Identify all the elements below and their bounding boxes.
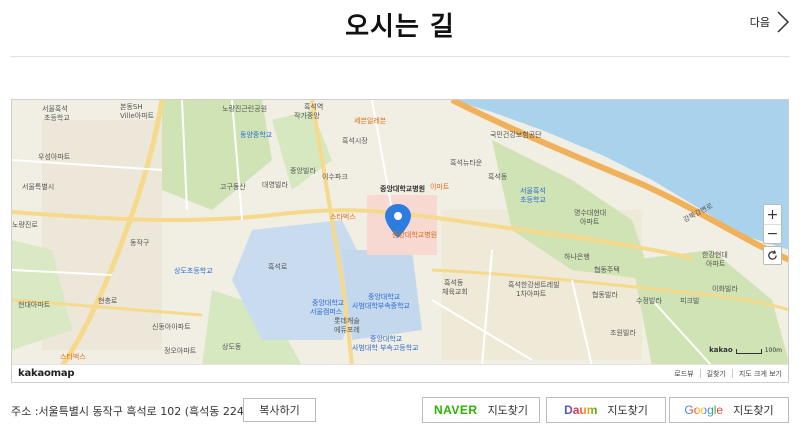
map-label: Ville아파트 xyxy=(120,112,155,120)
map-label: 초등학교 xyxy=(520,196,546,204)
map-label: 중앙대학교병원 xyxy=(392,231,438,239)
map-label: 아파트 xyxy=(706,260,726,268)
map-label: 중앙대학교병원 xyxy=(380,185,426,193)
map-label: 체육교회 xyxy=(442,288,468,296)
next-link[interactable]: 다음 xyxy=(750,10,790,34)
map-label: 사범대학부속중학교 xyxy=(352,302,410,310)
google-logo-text: Google xyxy=(684,403,724,417)
enlarge-map-link[interactable]: 지도 크게 보기 xyxy=(739,369,782,379)
directions-link[interactable]: 길찾기 xyxy=(707,369,726,379)
page-title: 오시는 길 xyxy=(345,12,455,42)
header-divider xyxy=(10,56,790,57)
daum-logo: Daum xyxy=(564,403,597,417)
page-header: 오시는 길 다음 xyxy=(0,0,800,56)
map-label: 피크빌 xyxy=(680,297,700,305)
map-label: 노량진로 xyxy=(12,221,38,229)
map-footer: kakaomap 로드뷰 길찾기 지도 크게 보기 xyxy=(12,364,788,382)
map-label: 초등학교 xyxy=(44,114,70,122)
map-label: 이마트 xyxy=(430,183,450,191)
address-text: 주소 :서울특별시 동작구 흑석로 102 (흑석동 224-1) xyxy=(11,405,260,418)
daum-logo-text: Daum xyxy=(564,403,598,417)
map-label: 흑석뉴타운 xyxy=(450,159,483,167)
map-label: 상도동 xyxy=(222,343,242,351)
footer-divider xyxy=(731,369,733,378)
map-label: 흑석로 xyxy=(268,263,288,271)
map-label: 정오아파트 xyxy=(164,347,197,355)
map-label: 현대아파트 xyxy=(18,301,51,309)
daum-map-button[interactable]: Daum 지도찾기 xyxy=(546,397,666,423)
next-label: 다음 xyxy=(749,16,770,29)
map-label: 에듀포레 xyxy=(334,326,360,334)
map-label: 협동주택 xyxy=(594,266,620,274)
roadview-link[interactable]: 로드뷰 xyxy=(674,369,693,379)
map-label: 우성아파트 xyxy=(38,153,71,161)
map-label: 협동빌라 xyxy=(592,291,618,299)
kakaomap-logo: kakaomap xyxy=(18,368,75,379)
map-label: 스타벅스 xyxy=(330,213,356,221)
map-label: 서울특별시 xyxy=(22,183,55,191)
footer-divider xyxy=(699,369,701,378)
map-scale: kakao 100m xyxy=(709,346,782,354)
map-label: 수정빌라 xyxy=(636,297,662,305)
google-map-button[interactable]: Google 지도찾기 xyxy=(669,397,789,423)
map-label: 흑석동 xyxy=(488,173,508,181)
zoom-control: + − xyxy=(763,204,782,244)
map-label: 이화빌라 xyxy=(712,285,738,293)
map-label: 흑석시장 xyxy=(342,137,368,145)
map-label: 아파트 xyxy=(580,218,600,226)
naver-map-label: 지도찾기 xyxy=(487,404,529,417)
map-label: 고구동산 xyxy=(220,183,246,191)
zoom-out-button[interactable]: − xyxy=(764,224,781,243)
map-label: 중앙빌라 xyxy=(290,167,316,175)
map-label: 1차아파트 xyxy=(516,290,547,298)
scale-label: 100m xyxy=(764,347,782,354)
map-container[interactable]: 서울흑석 초등학교 본동SH Ville아파트 노량진근린공원 흑석역 작가중앙… xyxy=(11,99,789,383)
refresh-button[interactable] xyxy=(763,246,782,265)
naver-logo: NAVER xyxy=(433,403,478,417)
map-label: 작가중앙 xyxy=(294,112,320,120)
map-label: 조원빌라 xyxy=(610,329,636,337)
map-label: 신동아아파트 xyxy=(152,323,191,331)
zoom-in-button[interactable]: + xyxy=(764,205,781,224)
refresh-icon xyxy=(767,246,778,265)
map-label: 세븐일레븐 xyxy=(354,117,387,125)
map-label: 노량진근린공원 xyxy=(222,105,268,113)
map-label: 스타벅스 xyxy=(60,353,86,361)
map-label: 이수파크 xyxy=(322,173,348,181)
map-footer-links: 로드뷰 길찾기 지도 크게 보기 xyxy=(674,369,782,379)
map-label: 국민건강보험공단 xyxy=(490,131,542,139)
chevron-right-icon xyxy=(776,10,790,34)
map-label: 사범대학 부속고등학교 xyxy=(352,344,419,352)
map-label: 상도초등학교 xyxy=(174,267,213,275)
naver-map-button[interactable]: NAVER 지도찾기 xyxy=(422,397,540,423)
daum-map-label: 지도찾기 xyxy=(607,404,648,417)
address-bar: 주소 :서울특별시 동작구 흑석로 102 (흑석동 224-1) 복사하기 N… xyxy=(11,397,789,425)
google-map-label: 지도찾기 xyxy=(733,404,774,417)
map-label: 동작구 xyxy=(130,239,150,247)
scale-bar xyxy=(735,349,762,354)
copy-address-button[interactable]: 복사하기 xyxy=(243,398,316,422)
scale-brand: kakao xyxy=(709,346,733,354)
map-label: 동양중학교 xyxy=(240,131,273,139)
map-label: 현충로 xyxy=(98,297,118,305)
map-label: 대영빌라 xyxy=(262,181,288,189)
map-label: 하나은행 xyxy=(564,253,590,261)
google-logo: Google xyxy=(684,403,723,417)
